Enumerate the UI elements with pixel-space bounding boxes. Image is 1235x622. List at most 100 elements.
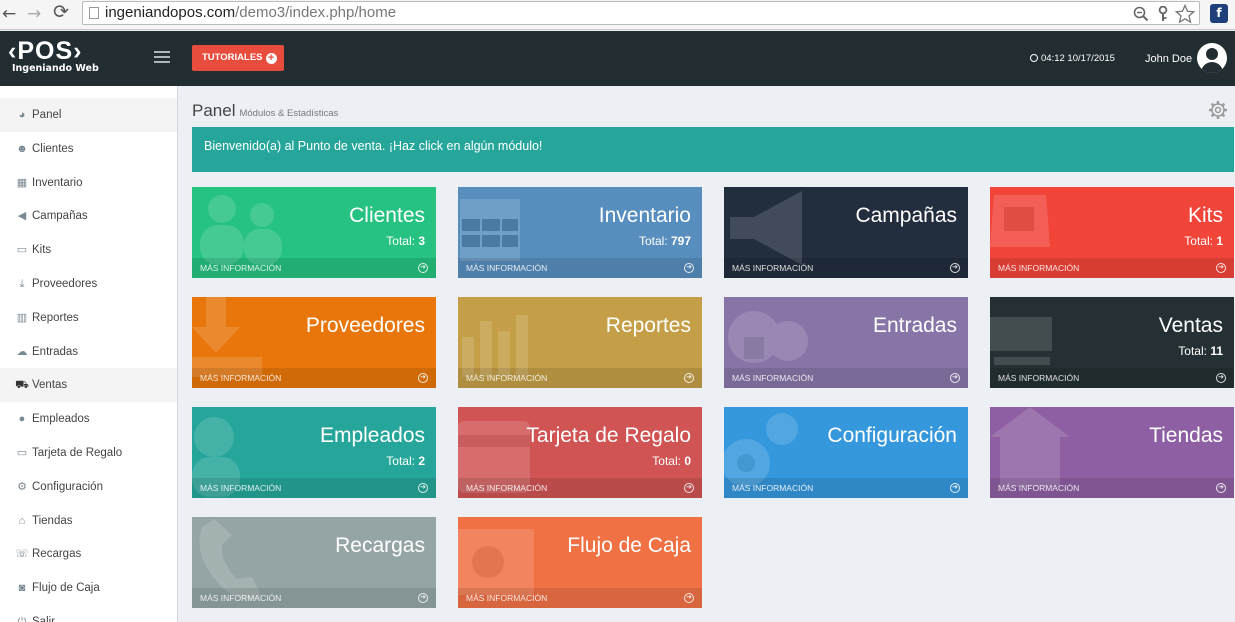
tile-tarjeta-de-regalo[interactable]: Tarjeta de Regalo Total: 0 MÁS INFORMACIÓN… (458, 407, 702, 498)
more-info-label: MÁS INFORMACIÓN (732, 263, 814, 273)
more-info-link[interactable]: MÁS INFORMACIÓN ➜ (192, 588, 436, 608)
more-info-link[interactable]: MÁS INFORMACIÓN ➜ (724, 258, 968, 278)
tile-ventas[interactable]: Ventas Total: 11 MÁS INFORMACIÓN ➜ (990, 297, 1234, 388)
arrow-circle-right-icon: ➜ (418, 483, 428, 493)
key-icon[interactable] (1157, 6, 1169, 22)
zoom-icon[interactable] (1133, 6, 1149, 22)
sidebar-item-tarjeta-de-regalo[interactable]: ▭ Tarjeta de Regalo (0, 436, 177, 470)
users-icon: ☻ (16, 142, 28, 155)
welcome-alert: Bienvenido(a) al Punto de venta. ¡Haz cl… (192, 127, 1234, 172)
shopping-cart-icon: ⛟ (15, 379, 29, 392)
money-icon: ◙ (18, 582, 26, 595)
sidebar-item-flujo-de-caja[interactable]: ◙ Flujo de Caja (0, 571, 177, 605)
more-info-link[interactable]: MÁS INFORMACIÓN ➜ (990, 258, 1234, 278)
tutorials-button[interactable]: TUTORIALES + (192, 45, 284, 71)
tile-reportes[interactable]: Reportes MÁS INFORMACIÓN ➜ (458, 297, 702, 388)
sidebar-item-recargas[interactable]: ☏ Recargas (0, 537, 177, 571)
credit-card-icon: ▭ (16, 447, 28, 459)
address-bar[interactable]: ingeniandopos.com/demo3/index.php/home (82, 1, 1200, 25)
total-label: Total: (638, 234, 668, 248)
sidebar-item-inventario[interactable]: ▦ Inventario (0, 166, 177, 200)
tile-kits[interactable]: Kits Total: 1 MÁS INFORMACIÓN ➜ (990, 187, 1234, 278)
sidebar-item-tiendas[interactable]: ⌂ Tiendas (0, 504, 177, 538)
arrow-circle-right-icon: ➜ (950, 263, 960, 273)
sidebar-item-proveedores[interactable]: ⤓ Proveedores (0, 267, 177, 301)
more-info-label: MÁS INFORMACIÓN (200, 593, 282, 603)
bullhorn-icon: ◀ (17, 210, 27, 223)
reload-icon[interactable]: ⟳ (53, 2, 69, 22)
sidebar-item-campañas[interactable]: ◀ Campañas (0, 199, 177, 233)
inbox-icon: ▭ (16, 244, 28, 257)
download-icon: ⤓ (19, 278, 25, 290)
arrow-circle-right-icon: ➜ (1216, 373, 1226, 383)
forward-icon[interactable]: → (27, 4, 41, 24)
tile-title: Tarjeta de Regalo (526, 424, 691, 447)
sidebar-item-clientes[interactable]: ☻ Clientes (0, 132, 177, 166)
avatar[interactable] (1197, 43, 1227, 73)
more-info-link[interactable]: MÁS INFORMACIÓN ➜ (458, 478, 702, 498)
sidebar-item-ventas[interactable]: ⛟ Ventas (0, 368, 177, 403)
tile-title: Recargas (335, 534, 425, 557)
sidebar-item-label: Inventario (32, 176, 83, 189)
logo[interactable]: ‹POS› Ingeniando Web (8, 39, 108, 75)
sidebar-item-label: Campañas (32, 210, 88, 223)
tile-total: Total: 797 (639, 234, 691, 248)
tile-configuración[interactable]: Configuración MÁS INFORMACIÓN ➜ (724, 407, 968, 498)
more-info-label: MÁS INFORMACIÓN (732, 373, 814, 383)
more-info-link[interactable]: MÁS INFORMACIÓN ➜ (990, 478, 1234, 498)
more-info-link[interactable]: MÁS INFORMACIÓN ➜ (458, 588, 702, 608)
tile-entradas[interactable]: Entradas MÁS INFORMACIÓN ➜ (724, 297, 968, 388)
total-label: Total: (386, 234, 415, 248)
tile-title: Empleados (319, 424, 425, 447)
extension-icon[interactable]: f (1210, 4, 1228, 23)
more-info-link[interactable]: MÁS INFORMACIÓN ➜ (724, 478, 968, 498)
tile-title: Ventas (1158, 314, 1223, 337)
sidebar-item-configuración[interactable]: ⚙ Configuración (0, 470, 177, 504)
more-info-link[interactable]: MÁS INFORMACIÓN ➜ (458, 258, 702, 278)
app-header: ‹POS› Ingeniando Web TUTORIALES + 04:12 1… (0, 31, 1235, 86)
gear-icon[interactable] (1208, 100, 1228, 120)
page-title: Panel (192, 101, 236, 120)
sidebar-item-salir[interactable]: ⏻ Salir (0, 605, 177, 622)
more-info-link[interactable]: MÁS INFORMACIÓN ➜ (990, 368, 1234, 388)
star-icon[interactable] (1175, 4, 1195, 24)
back-icon[interactable]: ← (2, 4, 16, 24)
power-off-icon: ⏻ (17, 616, 27, 622)
tile-recargas[interactable]: Recargas MÁS INFORMACIÓN ➜ (192, 517, 436, 608)
tile-clientes[interactable]: Clientes Total: 3 MÁS INFORMACIÓN ➜ (192, 187, 436, 278)
total-value: 11 (1210, 344, 1223, 358)
sidebar-item-kits[interactable]: ▭ Kits (0, 233, 177, 267)
more-info-link[interactable]: MÁS INFORMACIÓN ➜ (192, 478, 436, 498)
datetime-display: 04:12 10/17/2015 (1030, 53, 1115, 64)
browser-toolbar: ← → ⟳ ingeniandopos.com/demo3/index.php/… (0, 0, 1235, 30)
home-icon: ⌂ (18, 514, 26, 527)
tile-inventario[interactable]: Inventario Total: 797 MÁS INFORMACIÓN ➜ (458, 187, 702, 278)
url-host: ingeniandopos.com (105, 4, 236, 21)
tile-campañas[interactable]: Campañas MÁS INFORMACIÓN ➜ (724, 187, 968, 278)
total-label: Total: (1178, 344, 1207, 358)
tile-empleados[interactable]: Empleados Total: 2 MÁS INFORMACIÓN ➜ (192, 407, 436, 498)
sidebar-item-panel[interactable]: ◕ Panel (0, 98, 177, 132)
sidebar-item-label: Ventas (32, 379, 68, 392)
more-info-link[interactable]: MÁS INFORMACIÓN ➜ (724, 368, 968, 388)
page-subtitle: Módulos & Estadísticas (239, 108, 339, 119)
arrow-circle-right-icon: ➜ (684, 263, 694, 273)
tile-total: Total: 3 (386, 234, 425, 248)
tile-title: Inventario (598, 204, 691, 227)
tile-tiendas[interactable]: Tiendas MÁS INFORMACIÓN ➜ (990, 407, 1234, 498)
url-text: ingeniandopos.com/demo3/index.php/home (105, 4, 396, 21)
more-info-link[interactable]: MÁS INFORMACIÓN ➜ (192, 368, 436, 388)
tile-total: Total: 1 (1184, 234, 1223, 248)
more-info-link[interactable]: MÁS INFORMACIÓN ➜ (192, 258, 436, 278)
more-info-label: MÁS INFORMACIÓN (200, 373, 282, 383)
tile-flujo-de-caja[interactable]: Flujo de Caja MÁS INFORMACIÓN ➜ (458, 517, 702, 608)
user-name[interactable]: John Doe (1145, 53, 1192, 65)
hamburger-menu-icon[interactable] (154, 51, 170, 65)
page-icon (89, 7, 99, 19)
tile-proveedores[interactable]: Proveedores MÁS INFORMACIÓN ➜ (192, 297, 436, 388)
more-info-link[interactable]: MÁS INFORMACIÓN ➜ (458, 368, 702, 388)
datetime-text: 04:12 10/17/2015 (1041, 53, 1115, 64)
sidebar-item-empleados[interactable]: ● Empleados (0, 402, 177, 436)
sidebar-item-reportes[interactable]: ▥ Reportes (0, 301, 177, 335)
sidebar-item-entradas[interactable]: ☁ Entradas (0, 335, 177, 369)
